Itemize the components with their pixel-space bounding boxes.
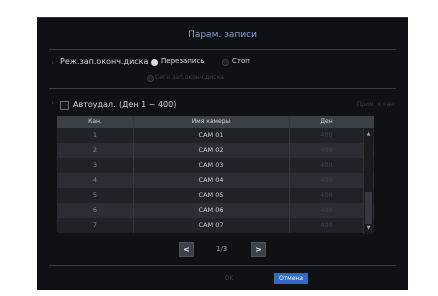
column-divider	[289, 116, 290, 233]
footer-divider	[49, 265, 396, 266]
table-row[interactable]: 1 CAM 01 400	[57, 128, 374, 143]
cell-days[interactable]: 400	[289, 173, 364, 188]
cell-camera-name: CAM 06	[198, 206, 224, 214]
cell-camera-name: CAM 03	[198, 161, 224, 169]
table-row[interactable]: 6 CAM 06 400	[57, 203, 374, 218]
cell-channel: 2	[92, 146, 98, 154]
radio-stop[interactable]	[222, 59, 229, 66]
table-row[interactable]: 5 CAM 05 400	[57, 188, 374, 203]
bullet-icon: ›	[51, 99, 54, 107]
dialog-title: Парам. записи	[188, 30, 257, 40]
auto-delete-checkbox[interactable]	[60, 101, 69, 110]
column-header-days: Ден	[320, 118, 333, 125]
disk-end-beep-radio[interactable]	[147, 75, 154, 82]
apply-to-channels-button[interactable]: Прим. к кан.	[357, 101, 396, 108]
cell-channel: 5	[92, 191, 98, 199]
radio-stop-label[interactable]: Стоп	[232, 57, 250, 65]
cell-days[interactable]: 400	[289, 218, 364, 233]
table-row[interactable]: 7 CAM 07 400	[57, 218, 374, 233]
scroll-up-icon[interactable]: ▲	[364, 130, 373, 139]
prev-page-button[interactable]: <	[179, 242, 194, 257]
table-header: Кан. Имя камеры Ден	[57, 116, 374, 128]
cell-camera-name: CAM 04	[198, 176, 224, 184]
record-settings-dialog: Парам. записи › Реж.зап.оконч.диска Пере…	[37, 17, 408, 290]
column-header-camera-name: Имя камеры	[191, 118, 231, 125]
cell-channel: 3	[92, 161, 98, 169]
ok-button[interactable]: OK	[212, 273, 246, 284]
radio-overwrite-label[interactable]: Перезапись	[161, 57, 204, 65]
cell-channel: 4	[92, 176, 98, 184]
column-header-channel: Кан.	[88, 118, 102, 125]
cell-days[interactable]: 400	[289, 158, 364, 173]
next-page-button[interactable]: >	[251, 242, 266, 257]
cell-camera-name: CAM 02	[198, 146, 224, 154]
auto-delete-label: Автоудал.	[73, 100, 116, 109]
cell-channel: 6	[92, 206, 98, 214]
disk-end-beep-label: Сигн.зап.оконч.диска	[155, 74, 224, 81]
disk-full-mode-label: Реж.зап.оконч.диска	[60, 57, 149, 66]
auto-delete-range: (Ден 1 ~ 400)	[119, 100, 177, 109]
column-divider	[133, 116, 134, 233]
section-divider	[49, 88, 396, 89]
screen: Парам. записи › Реж.зап.оконч.диска Пере…	[0, 0, 438, 296]
table-scrollbar[interactable]: ▲ ▼	[363, 129, 373, 234]
cell-days[interactable]: 400	[289, 203, 364, 218]
radio-overwrite[interactable]	[151, 59, 158, 66]
cell-camera-name: CAM 07	[198, 221, 224, 229]
scroll-down-icon[interactable]: ▼	[364, 224, 373, 233]
scroll-thumb[interactable]	[365, 192, 372, 224]
cell-channel: 7	[92, 221, 98, 229]
table-row[interactable]: 2 CAM 02 400	[57, 143, 374, 158]
table-row[interactable]: 3 CAM 03 400	[57, 158, 374, 173]
bullet-icon: ›	[51, 59, 54, 67]
page-indicator: 1/3	[216, 245, 228, 253]
table-row[interactable]: 4 CAM 04 400	[57, 173, 374, 188]
cell-camera-name: CAM 05	[198, 191, 224, 199]
cell-camera-name: CAM 01	[198, 131, 224, 139]
cancel-button[interactable]: Отмена	[274, 273, 308, 284]
cell-days[interactable]: 400	[289, 143, 364, 158]
cell-days[interactable]: 400	[289, 188, 364, 203]
cell-channel: 1	[92, 131, 98, 139]
cell-days[interactable]: 400	[289, 128, 364, 143]
title-divider	[49, 49, 396, 50]
